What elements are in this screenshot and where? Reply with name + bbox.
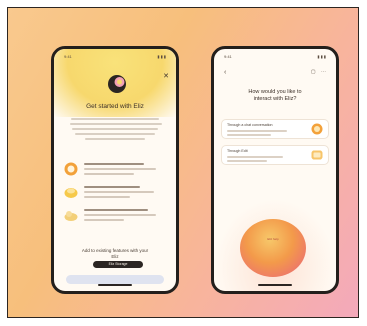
status-time: 9:41	[64, 54, 72, 59]
clock-icon	[64, 162, 78, 176]
question-line: interact with Eliz?	[253, 96, 297, 102]
cloud-icon	[64, 211, 78, 221]
status-time: 9:41	[224, 54, 232, 59]
continue-button[interactable]	[66, 275, 164, 284]
assistant-orb[interactable]: Eliz help	[240, 219, 306, 277]
page-title: Get started with Eliz	[86, 103, 144, 110]
status-bar: 9:41 ▮▮▮	[54, 53, 176, 61]
option-chat[interactable]: Through a chat conversation	[221, 119, 329, 139]
option-edit[interactable]: Through Edit	[221, 145, 329, 165]
onboarding-phone: 9:41 ▮▮▮ ✕ Get started with Eliz Add to …	[51, 46, 179, 294]
home-indicator	[98, 284, 132, 286]
battery-icon: ▮▮▮	[157, 54, 167, 59]
back-icon[interactable]: ‹	[224, 69, 226, 76]
intro-paragraph	[70, 115, 162, 140]
cta-text: Add to existing features with your Eliz	[54, 248, 176, 260]
showcase-frame: 9:41 ▮▮▮ ✕ Get started with Eliz Add to …	[7, 7, 359, 318]
battery-icon: ▮▮▮	[317, 54, 327, 59]
feature-item	[64, 207, 166, 225]
status-bar: 9:41 ▮▮▮	[214, 53, 336, 61]
feature-item	[64, 161, 166, 179]
cta-line: Eliz	[111, 254, 119, 259]
option-label: Through a chat conversation	[227, 123, 273, 127]
question-heading: How would you like to interact with Eliz…	[214, 89, 336, 103]
layers-icon	[64, 188, 78, 198]
orb-label: Eliz help	[267, 237, 279, 241]
storage-pill-button[interactable]: Eliz Storage	[93, 261, 143, 268]
interaction-phone: 9:41 ▮▮▮ ‹ ▢ ⋯ How would you like to int…	[211, 46, 339, 294]
question-line: How would you like to	[248, 89, 302, 95]
chat-icon	[311, 123, 323, 135]
edit-icon	[311, 150, 323, 160]
more-icon[interactable]: ▢ ⋯	[311, 69, 328, 75]
option-label: Through Edit	[227, 149, 248, 153]
feature-item	[64, 184, 166, 202]
close-icon[interactable]: ✕	[163, 72, 169, 80]
app-logo-icon	[108, 75, 126, 93]
home-indicator	[258, 284, 292, 286]
